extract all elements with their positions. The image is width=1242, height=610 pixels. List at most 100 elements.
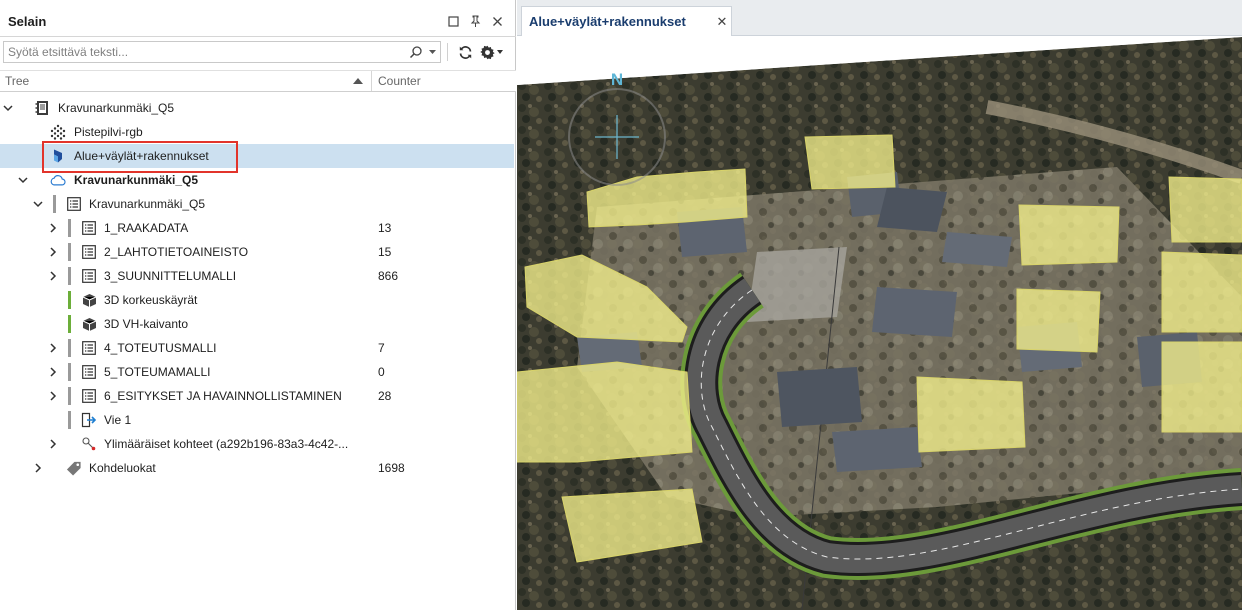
tree-row-extra-objects[interactable]: Ylimääräiset kohteet (a292b196-83a3-4c42… <box>0 432 516 456</box>
close-tab-icon[interactable]: ✕ <box>713 14 731 30</box>
list-icon <box>81 220 97 236</box>
list-icon <box>81 364 97 380</box>
level-indicator <box>68 363 71 381</box>
maximize-icon[interactable] <box>442 11 464 31</box>
tree-item-counter: 13 <box>378 221 392 235</box>
search-input[interactable] <box>8 45 409 59</box>
tree-item-label: Kohdeluokat <box>89 461 156 475</box>
compass-north-label: N <box>611 70 623 89</box>
sort-ascending-icon <box>353 78 363 84</box>
document-tab-strip: Alue+väylät+rakennukset ✕ <box>517 0 1242 36</box>
tree-row-3d-layer[interactable]: 3D korkeuskäyrät <box>0 288 516 312</box>
level-indicator <box>68 387 71 405</box>
chevron-right-icon[interactable] <box>45 432 61 456</box>
settings-gear-icon[interactable] <box>476 41 506 63</box>
tree-view: Kravunarkunmäki_Q5 Pistepilvi-rgb Alue+v… <box>0 96 516 480</box>
tree-item-label: Vie 1 <box>104 413 132 427</box>
tree-row-3d-layer[interactable]: 3D VH-kaivanto <box>0 312 516 336</box>
tree-row-export[interactable]: Vie 1 <box>0 408 516 432</box>
tree-row-object-classes[interactable]: Kohdeluokat 1698 <box>0 456 516 480</box>
tree-row-point-cloud[interactable]: Pistepilvi-rgb <box>0 120 516 144</box>
aerial-scene[interactable]: N <box>517 37 1242 610</box>
level-indicator <box>68 339 71 357</box>
level-indicator <box>68 243 71 261</box>
tree-item-counter: 28 <box>378 389 392 403</box>
tree-row-folder[interactable]: 3_SUUNNITTELUMALLI 866 <box>0 264 516 288</box>
chevron-down-icon[interactable] <box>15 168 31 192</box>
tree-item-counter: 866 <box>378 269 399 283</box>
search-row <box>0 39 516 65</box>
tree-item-label: Ylimääräiset kohteet (a292b196-83a3-4c42… <box>104 437 349 451</box>
search-box <box>3 41 441 63</box>
point-cloud-icon <box>50 124 66 140</box>
extra-objects-icon <box>81 436 97 452</box>
pin-icon[interactable] <box>464 11 486 31</box>
tree-item-label: Kravunarkunmäki_Q5 <box>58 101 175 115</box>
tree-item-counter: 1698 <box>378 461 405 475</box>
tree-row-folder[interactable]: 4_TOTEUTUSMALLI 7 <box>0 336 516 360</box>
tree-row-cloud-project[interactable]: Kravunarkunmäki_Q5 <box>0 168 516 192</box>
list-icon <box>81 388 97 404</box>
tree-item-label: 3D korkeuskäyrät <box>104 293 198 307</box>
tree-row-folder[interactable]: 6_ESITYKSET JA HAVAINNOLLISTAMINEN 28 <box>0 384 516 408</box>
notebook-icon <box>34 100 50 116</box>
tree-column-header[interactable]: Tree <box>0 71 372 91</box>
chevron-right-icon[interactable] <box>45 264 61 288</box>
chevron-right-icon[interactable] <box>45 384 61 408</box>
level-indicator <box>68 267 71 285</box>
tree-item-label: Kravunarkunmäki_Q5 <box>89 197 206 211</box>
tree-row-folder[interactable]: 5_TOTEUMAMALLI 0 <box>0 360 516 384</box>
tree-item-label: 4_TOTEUTUSMALLI <box>104 341 217 355</box>
chevron-down-icon[interactable] <box>0 96 16 120</box>
tree-item-label: Pistepilvi-rgb <box>74 125 143 139</box>
level-indicator <box>68 411 71 429</box>
list-icon <box>81 268 97 284</box>
counter-column-header[interactable]: Counter <box>372 71 516 91</box>
chevron-down-icon[interactable] <box>30 192 46 216</box>
tree-row-folder[interactable]: 2_LAHTOTIETOAINEISTO 15 <box>0 240 516 264</box>
level-indicator <box>68 219 71 237</box>
tree-row-root-project[interactable]: Kravunarkunmäki_Q5 <box>0 96 516 120</box>
tree-item-label: Kravunarkunmäki_Q5 <box>74 173 199 187</box>
chevron-right-icon[interactable] <box>45 336 61 360</box>
chevron-right-icon[interactable] <box>45 216 61 240</box>
chevron-right-icon[interactable] <box>45 240 61 264</box>
tree-item-label: 3_SUUNNITTELUMALLI <box>104 269 237 283</box>
tree-item-label: 1_RAAKADATA <box>104 221 189 235</box>
cube-icon <box>81 316 97 332</box>
level-indicator <box>68 291 71 309</box>
export-icon <box>81 412 97 428</box>
tab-model-view[interactable]: Alue+väylät+rakennukset ✕ <box>521 6 732 36</box>
tree-item-label: 2_LAHTOTIETOAINEISTO <box>104 245 249 259</box>
level-indicator <box>68 315 71 333</box>
close-icon[interactable] <box>486 11 508 31</box>
panel-header: Selain <box>0 6 516 37</box>
list-icon <box>66 196 82 212</box>
cloud-icon <box>50 172 66 188</box>
list-icon <box>81 244 97 260</box>
refresh-icon[interactable] <box>454 41 476 63</box>
tree-item-counter: 0 <box>378 365 385 379</box>
tree-item-counter: 7 <box>378 341 385 355</box>
tree-item-label: 5_TOTEUMAMALLI <box>104 365 211 379</box>
tree-item-label: 6_ESITYKSET JA HAVAINNOLLISTAMINEN <box>104 389 342 403</box>
tree-item-label: Alue+väylät+rakennukset <box>74 149 209 163</box>
panel-title: Selain <box>8 13 47 29</box>
counter-column-label: Counter <box>378 74 421 88</box>
chevron-right-icon[interactable] <box>45 360 61 384</box>
model-logo-icon <box>50 148 66 164</box>
tree-item-label: 3D VH-kaivanto <box>104 317 189 331</box>
level-indicator <box>53 195 56 213</box>
tree-row-subproject[interactable]: Kravunarkunmäki_Q5 <box>0 192 516 216</box>
search-options-chevron-icon[interactable] <box>429 49 436 55</box>
tree-column-label: Tree <box>5 74 30 88</box>
column-header: Tree Counter <box>0 70 516 92</box>
chevron-right-icon[interactable] <box>30 456 46 480</box>
cube-icon <box>81 292 97 308</box>
3d-viewport[interactable]: N <box>517 37 1242 610</box>
tree-row-model-selected[interactable]: Alue+väylät+rakennukset <box>0 144 514 168</box>
search-icon[interactable] <box>409 45 423 59</box>
tree-row-folder[interactable]: 1_RAAKADATA 13 <box>0 216 516 240</box>
tab-label: Alue+väylät+rakennukset <box>529 14 686 29</box>
browser-panel: Selain Tree <box>0 0 516 610</box>
